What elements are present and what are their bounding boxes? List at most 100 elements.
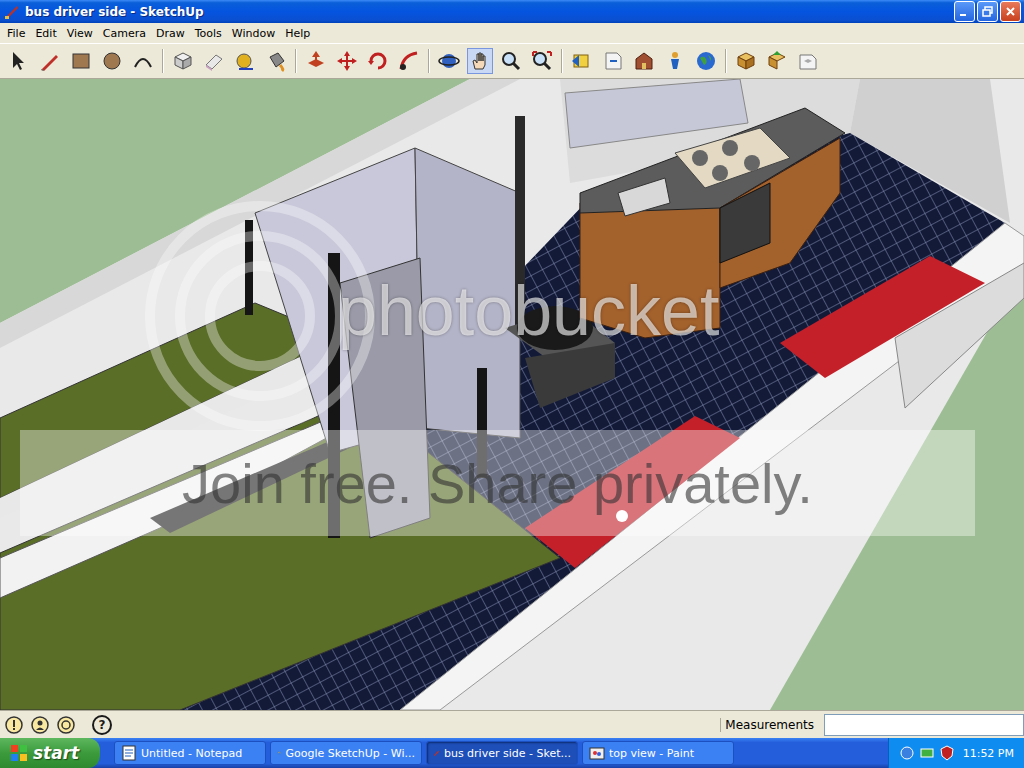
model-viewport[interactable]: photobucket Join free. Share privately.	[0, 79, 1024, 710]
toolbar-separator	[428, 49, 430, 73]
taskbar-item-label: bus driver side - Sket...	[444, 747, 571, 760]
tool-button[interactable]	[436, 48, 462, 74]
tool-button[interactable]	[498, 48, 524, 74]
menu-item[interactable]: Window	[227, 25, 280, 42]
menu-item[interactable]: Edit	[30, 25, 61, 42]
app-pencil-icon	[4, 4, 20, 20]
taskbar-item[interactable]: Google SketchUp - Wi...	[270, 741, 422, 765]
system-tray: 11:52 PM	[888, 738, 1024, 768]
tool-button[interactable]	[170, 48, 196, 74]
tool-button[interactable]	[130, 48, 156, 74]
tool-button[interactable]	[232, 48, 258, 74]
menu-bar: FileEditViewCameraDrawToolsWindowHelp	[0, 23, 1024, 43]
tool-button[interactable]	[631, 48, 657, 74]
taskbar-item-label: Untitled - Notepad	[141, 747, 242, 760]
share-icon	[765, 49, 789, 73]
app-icon	[121, 745, 137, 761]
title-bar: bus driver side - SketchUp	[0, 0, 1024, 23]
status-bar: ? Measurements	[0, 710, 1024, 738]
orbit-icon	[437, 49, 461, 73]
warning-icon	[4, 715, 24, 735]
taskbar-item[interactable]: Untitled - Notepad	[114, 741, 266, 765]
toolbar-separator	[561, 49, 563, 73]
paint-icon	[264, 49, 288, 73]
tape-icon	[233, 49, 257, 73]
toolbar-separator	[725, 49, 727, 73]
tool-button[interactable]	[662, 48, 688, 74]
move-icon	[335, 49, 359, 73]
followme-icon	[397, 49, 421, 73]
toolbar	[0, 43, 1024, 79]
tool-button[interactable]	[99, 48, 125, 74]
tool-button[interactable]	[37, 48, 63, 74]
tool-group	[569, 48, 719, 74]
tool-button[interactable]	[396, 48, 422, 74]
tool-button[interactable]	[529, 48, 555, 74]
watermark-banner: Join free. Share privately.	[20, 430, 975, 536]
previous-icon	[570, 49, 594, 73]
tool-button[interactable]	[365, 48, 391, 74]
taskbar-item[interactable]: bus driver side - Sket...	[426, 741, 578, 765]
menu-item[interactable]: Camera	[98, 25, 151, 42]
close-button[interactable]	[1000, 1, 1021, 22]
zoom-icon	[499, 49, 523, 73]
watermark-text: Join free. Share privately.	[182, 451, 813, 516]
tool-button[interactable]	[733, 48, 759, 74]
app-icon	[277, 745, 281, 761]
rotate-icon	[366, 49, 390, 73]
taskbar-item[interactable]: top view - Paint	[582, 741, 734, 765]
tool-button[interactable]	[467, 48, 493, 74]
measurements-field[interactable]	[824, 714, 1024, 736]
taskbar-item-label: top view - Paint	[609, 747, 694, 760]
select-icon	[7, 49, 31, 73]
warehouse-icon	[632, 49, 656, 73]
place-icon	[796, 49, 820, 73]
tool-group	[436, 48, 555, 74]
zoomextents-icon	[530, 49, 554, 73]
menu-item[interactable]: Draw	[151, 25, 190, 42]
tool-group	[170, 48, 289, 74]
tool-group	[733, 48, 821, 74]
windows-logo-icon	[10, 744, 28, 762]
tool-button[interactable]	[263, 48, 289, 74]
minimize-icon	[959, 6, 970, 17]
security-icon	[939, 745, 955, 761]
tool-button[interactable]	[764, 48, 790, 74]
tool-button[interactable]	[6, 48, 32, 74]
toolbar-separator	[162, 49, 164, 73]
toolbar-separator	[295, 49, 297, 73]
arc-icon	[131, 49, 155, 73]
getmodels-icon	[734, 49, 758, 73]
location-icon	[663, 49, 687, 73]
tool-button[interactable]	[334, 48, 360, 74]
menu-item[interactable]: Tools	[190, 25, 227, 42]
taskbar-items: Untitled - Notepad Google SketchUp - Wi..…	[100, 741, 888, 765]
tool-button[interactable]	[201, 48, 227, 74]
tool-button[interactable]	[569, 48, 595, 74]
tool-group	[303, 48, 422, 74]
app-icon	[433, 745, 440, 761]
earth-icon	[694, 49, 718, 73]
help-button[interactable]: ?	[92, 715, 112, 735]
watermark-logo: photobucket	[338, 271, 719, 351]
tool-button[interactable]	[68, 48, 94, 74]
measurements-label: Measurements	[720, 718, 818, 732]
pushpull-icon	[304, 49, 328, 73]
restore-button[interactable]	[977, 1, 998, 22]
taskbar-item-label: Google SketchUp - Wi...	[285, 747, 415, 760]
tool-button[interactable]	[795, 48, 821, 74]
component-icon	[171, 49, 195, 73]
taskbar: start Untitled - Notepad Google SketchUp -…	[0, 738, 1024, 768]
restore-icon	[982, 6, 993, 17]
pan-icon	[468, 49, 492, 73]
start-button[interactable]: start	[0, 738, 100, 768]
tool-button[interactable]	[303, 48, 329, 74]
menu-item[interactable]: File	[2, 25, 30, 42]
menu-item[interactable]: View	[62, 25, 98, 42]
minimize-button[interactable]	[954, 1, 975, 22]
connection-icon	[919, 745, 935, 761]
tool-button[interactable]	[693, 48, 719, 74]
tool-button[interactable]	[600, 48, 626, 74]
bus-model-scene	[0, 79, 1024, 710]
menu-item[interactable]: Help	[280, 25, 315, 42]
